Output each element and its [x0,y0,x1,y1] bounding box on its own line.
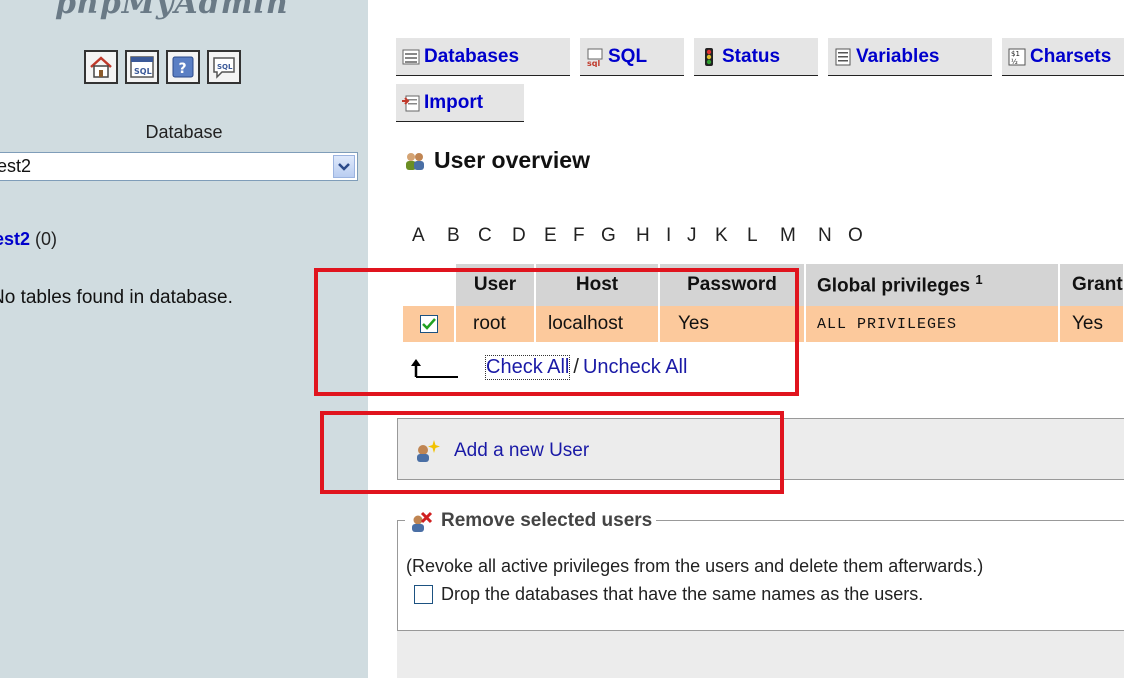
tab-sql[interactable]: sql SQL [580,38,684,76]
database-select[interactable]: test2 [0,152,358,181]
alpha-link[interactable]: F [573,225,601,247]
page-title: User overview [404,147,590,174]
alpha-link[interactable]: A [412,225,447,247]
variables-icon [832,46,854,68]
tab-import[interactable]: Import [396,84,524,122]
svg-text:½: ½ [1011,58,1018,66]
databases-icon [400,46,422,68]
users-icon [406,152,424,170]
remove-users-legend: Remove selected users [405,509,657,533]
quick-icons: SQL ? SQL [84,50,241,84]
column-header-grant: Grant [1059,264,1123,306]
table-count: (0) [35,229,58,249]
alpha-link[interactable]: K [715,225,747,247]
svg-text:SQL: SQL [134,67,152,76]
status-icon [698,46,720,68]
alpha-link[interactable]: E [544,225,573,247]
database-tree-item: test2 (0) [0,229,57,250]
sql-query-icon[interactable]: SQL [125,50,159,84]
tab-sql-label: SQL [608,45,648,67]
svg-text:sql: sql [587,59,600,67]
tab-variables-label: Variables [856,45,940,67]
alpha-link[interactable]: L [747,225,780,247]
tab-charsets-label: Charsets [1030,45,1112,67]
tab-charsets[interactable]: $1 ½ Charsets [1002,38,1124,76]
database-link[interactable]: test2 [0,229,30,249]
remove-users-footer [397,630,1124,678]
global-privileges-label: Global privileges [817,275,971,297]
privileges-cell: ALL PRIVILEGES [805,306,1060,342]
tab-import-label: Import [424,91,484,113]
tab-status[interactable]: Status [694,38,818,76]
alphabet-filter: A B C D E F G H I J K L M N O [412,225,876,247]
remove-users-legend-text: Remove selected users [441,510,653,531]
database-select-value: test2 [0,156,32,176]
alpha-link[interactable]: G [601,225,636,247]
alpha-link[interactable]: D [512,225,544,247]
home-icon[interactable] [84,50,118,84]
alpha-link[interactable]: H [636,225,666,247]
charsets-icon: $1 ½ [1006,46,1028,68]
tab-databases-label: Databases [424,45,520,67]
remove-user-icon [412,511,433,532]
sql-icon: sql [584,46,606,68]
alpha-link[interactable]: M [780,225,818,247]
svg-text:SQL: SQL [217,63,233,71]
drop-databases-checkbox[interactable] [414,585,433,604]
column-header-global-privileges: Global privileges 1 [805,264,1060,306]
page-title-text: User overview [434,147,590,173]
alpha-link[interactable]: O [848,225,876,247]
drop-databases-label[interactable]: Drop the databases that have the same na… [441,584,923,605]
app-logo[interactable]: phpMyAdmin [55,0,289,21]
remove-users-description: (Revoke all active privileges from the u… [406,556,984,576]
footnote-marker[interactable]: 1 [975,272,982,287]
alpha-link[interactable]: C [478,225,512,247]
tab-databases[interactable]: Databases [396,38,570,76]
alpha-link[interactable]: I [666,225,687,247]
sql-docs-icon[interactable]: SQL [207,50,241,84]
highlight-annotation [314,268,799,396]
svg-text:?: ? [179,61,187,77]
no-tables-message: No tables found in database. [0,287,233,308]
import-icon [400,92,422,114]
svg-text:$1: $1 [1011,50,1020,58]
tab-variables[interactable]: Variables [828,38,992,76]
navigation-frame: phpMyAdmin SQL ? SQL Database test2 test… [0,0,368,678]
alpha-link[interactable]: J [687,225,715,247]
alpha-link[interactable]: B [447,225,478,247]
drop-databases-option: Drop the databases that have the same na… [414,584,923,605]
chevron-down-icon[interactable] [333,155,355,178]
tab-status-label: Status [722,45,781,67]
alpha-link[interactable]: N [818,225,848,247]
help-icon[interactable]: ? [166,50,200,84]
highlight-annotation [320,411,784,494]
grant-cell: Yes [1059,306,1123,342]
database-label: Database [145,122,223,142]
